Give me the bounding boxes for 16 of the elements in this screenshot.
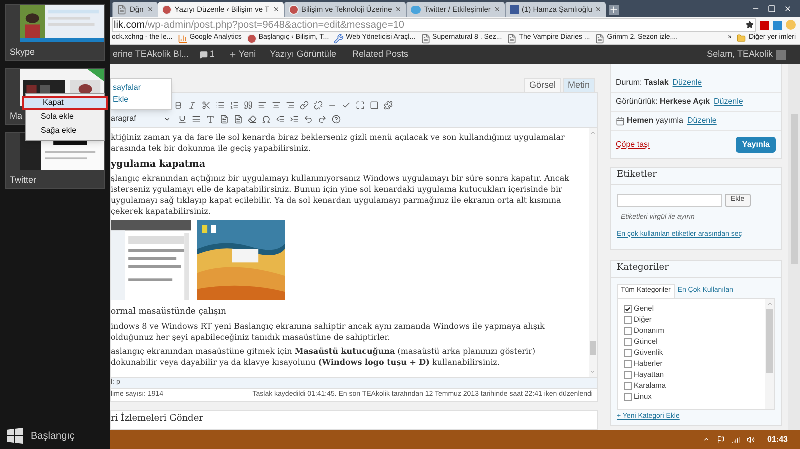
subheading: ormal masaüstünde çalışın <box>111 307 228 318</box>
paragraph: şlangıç ekranından açtığınız bir uygulamayı kullanmıyorsanız Windows uygulamayı bir süre sonra kapatır. Ancak isterseniz ygulamayı elle de kapatabilirsiniz. Bunun için yine sol kenardaki uygulama kutucukları içerisinde bir uygulamayı sağ tıklayıp kapat eçilebilir. Ya da sol kenardan uygulamayı parmağınız ile ekranın orta alt kısmına çekerek kapatabilirsiniz. <box>111 173 571 217</box>
start-label: Başlangıç <box>31 430 75 444</box>
paragraph: ktiğiniz zaman ya da fare ile sol kenarda biraz beklerseniz gizli menü açılacak ve son kullandığınız uygulamalar arasında tek bir dokunma ile geçiş yapabilirsiniz. <box>111 132 566 154</box>
paragraph: indows 8 ve Windows RT yeni Başlangıç ekranına sahiptir ancak aynı zamanda Windows ile yapmaya alışık olduğunuz her şeyi apabileceğiniz tanıdık masaüstüne de sahiptirler. <box>111 321 546 343</box>
publish-setting: Hemen yayımla <box>627 115 684 127</box>
publish-setting: Görünürlük: Herkese Açık <box>616 96 710 108</box>
box-title: Etiketler <box>611 168 781 185</box>
app-label: Skype <box>9 46 36 59</box>
app-label: Twitter <box>9 174 38 187</box>
box-title: Kategoriler <box>611 261 781 278</box>
box-title: ri İzlemeleri Gönder <box>111 413 204 426</box>
app-label: Ma <box>9 110 24 123</box>
publish-setting: Durum: Taslak <box>616 77 669 89</box>
heading: ygulama kapatma <box>111 159 206 170</box>
paragraph: aşlangıç ekranından masaüstüne gitmek için Masaüstü kutucuğuna (masaüstü arka planınızı gösterir) dokunabilir veya dayabilir ya da klavye kısayolunu (Windows logo tuşu + D) kullanabilirsiniz. <box>111 346 537 368</box>
